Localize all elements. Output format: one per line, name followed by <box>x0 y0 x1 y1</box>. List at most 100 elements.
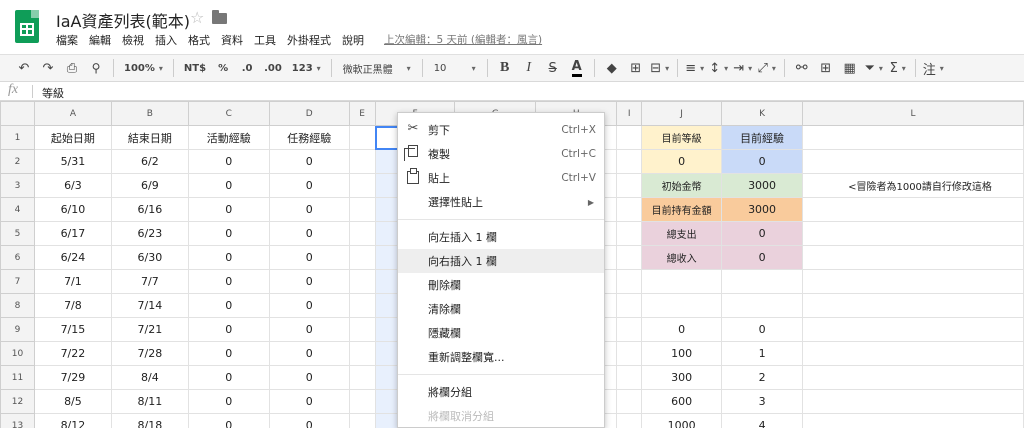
merge-cells-icon[interactable]: ⊟ <box>650 57 670 79</box>
menu-insert-left[interactable]: 向左插入 1 欄 <box>398 225 604 249</box>
cell-b6[interactable]: 6/30 <box>110 245 189 270</box>
cell-k3[interactable]: 3000 <box>721 173 804 198</box>
cell-j4[interactable]: 目前持有金額 <box>641 197 723 222</box>
column-header-i[interactable]: I <box>616 101 643 126</box>
cell-e10[interactable] <box>348 341 376 366</box>
column-header-d[interactable]: D <box>268 101 350 126</box>
cell-d10[interactable]: 0 <box>268 341 350 366</box>
row-header[interactable]: 2 <box>0 149 35 174</box>
cell-k7[interactable] <box>721 269 804 294</box>
decrease-decimal-button[interactable]: .0 <box>237 57 257 79</box>
sheets-logo-icon[interactable] <box>15 10 39 43</box>
cell-i11[interactable] <box>616 365 643 390</box>
cell-e6[interactable] <box>348 245 376 270</box>
cell-i6[interactable] <box>616 245 643 270</box>
menu-file[interactable]: 檔案 <box>56 32 83 48</box>
font-family-select[interactable]: 微軟正黑體 <box>339 57 415 79</box>
last-edit-link[interactable]: 上次編輯：5 天前 (編輯者：風言) <box>384 32 542 47</box>
cell-k6[interactable]: 0 <box>721 245 804 270</box>
cell-d1[interactable]: 任務經驗 <box>268 125 350 150</box>
cell-i1[interactable] <box>616 125 643 150</box>
column-header-e[interactable]: E <box>348 101 376 126</box>
cell-l10[interactable] <box>802 341 1024 366</box>
cell-a8[interactable]: 7/8 <box>33 293 112 318</box>
cell-j10[interactable]: 100 <box>641 341 723 366</box>
cell-b12[interactable]: 8/11 <box>110 389 189 414</box>
menu-group-column[interactable]: 將欄分組 <box>398 380 604 404</box>
cell-a11[interactable]: 7/29 <box>33 365 112 390</box>
currency-button[interactable]: NT$ <box>181 57 209 79</box>
cell-d8[interactable]: 0 <box>268 293 350 318</box>
cell-c13[interactable]: 0 <box>187 413 270 428</box>
fill-color-icon[interactable]: ◆ <box>602 57 622 79</box>
cell-b8[interactable]: 7/14 <box>110 293 189 318</box>
cell-c5[interactable]: 0 <box>187 221 270 246</box>
cell-a2[interactable]: 5/31 <box>33 149 112 174</box>
cell-a4[interactable]: 6/10 <box>33 197 112 222</box>
row-header[interactable]: 1 <box>0 125 35 150</box>
menu-help[interactable]: 說明 <box>342 32 369 48</box>
cell-c2[interactable]: 0 <box>187 149 270 174</box>
cell-k9[interactable]: 0 <box>721 317 804 342</box>
cell-a10[interactable]: 7/22 <box>33 341 112 366</box>
strikethrough-button[interactable]: S <box>543 57 563 79</box>
cell-c12[interactable]: 0 <box>187 389 270 414</box>
cell-c6[interactable]: 0 <box>187 245 270 270</box>
cell-l2[interactable] <box>802 149 1024 174</box>
menu-paste-special[interactable]: 選擇性貼上 ▶ <box>398 190 604 214</box>
cell-d4[interactable]: 0 <box>268 197 350 222</box>
cell-j2[interactable]: 0 <box>641 149 723 174</box>
cell-l13[interactable] <box>802 413 1024 428</box>
row-header[interactable]: 9 <box>0 317 35 342</box>
cell-b13[interactable]: 8/18 <box>110 413 189 428</box>
cell-l5[interactable] <box>802 221 1024 246</box>
cell-e9[interactable] <box>348 317 376 342</box>
cell-d11[interactable]: 0 <box>268 365 350 390</box>
cell-l9[interactable] <box>802 317 1024 342</box>
cell-k11[interactable]: 2 <box>721 365 804 390</box>
menu-cut[interactable]: ✂ 剪下 Ctrl+X <box>398 118 604 142</box>
formula-input[interactable]: 等級 <box>42 85 64 101</box>
cell-e3[interactable] <box>348 173 376 198</box>
row-header[interactable]: 7 <box>0 269 35 294</box>
menu-copy[interactable]: 複製 Ctrl+C <box>398 142 604 166</box>
cell-a1[interactable]: 起始日期 <box>33 125 112 150</box>
cell-i2[interactable] <box>616 149 643 174</box>
more-formats-select[interactable]: 123 <box>289 57 324 79</box>
cell-c11[interactable]: 0 <box>187 365 270 390</box>
column-header-l[interactable]: L <box>802 101 1024 126</box>
cell-l12[interactable] <box>802 389 1024 414</box>
document-title[interactable]: IaA資產列表(範本) <box>56 8 190 32</box>
cell-b1[interactable]: 結束日期 <box>110 125 189 150</box>
cell-e12[interactable] <box>348 389 376 414</box>
cell-i4[interactable] <box>616 197 643 222</box>
cell-e1[interactable] <box>348 125 376 150</box>
column-header-c[interactable]: C <box>187 101 270 126</box>
cell-b4[interactable]: 6/16 <box>110 197 189 222</box>
cell-a9[interactable]: 7/15 <box>33 317 112 342</box>
column-header-a[interactable]: A <box>33 101 112 126</box>
paint-format-icon[interactable]: ⚲ <box>86 57 106 79</box>
cell-l6[interactable] <box>802 245 1024 270</box>
cell-l11[interactable] <box>802 365 1024 390</box>
cell-k12[interactable]: 3 <box>721 389 804 414</box>
cell-c3[interactable]: 0 <box>187 173 270 198</box>
menu-view[interactable]: 檢視 <box>122 32 149 48</box>
cell-i10[interactable] <box>616 341 643 366</box>
cell-j9[interactable]: 0 <box>641 317 723 342</box>
cell-k13[interactable]: 4 <box>721 413 804 428</box>
cell-i7[interactable] <box>616 269 643 294</box>
cell-l7[interactable] <box>802 269 1024 294</box>
cell-k1[interactable]: 目前經驗 <box>721 125 804 150</box>
cell-a6[interactable]: 6/24 <box>33 245 112 270</box>
insert-comment-icon[interactable]: ⊞ <box>816 57 836 79</box>
cell-d7[interactable]: 0 <box>268 269 350 294</box>
menu-paste[interactable]: 貼上 Ctrl+V <box>398 166 604 190</box>
menu-resize-column[interactable]: 重新調整欄寬... <box>398 345 604 369</box>
borders-icon[interactable]: ⊞ <box>626 57 646 79</box>
menu-hide-column[interactable]: 隱藏欄 <box>398 321 604 345</box>
text-color-button[interactable]: A <box>567 57 587 79</box>
cell-j12[interactable]: 600 <box>641 389 723 414</box>
cell-d9[interactable]: 0 <box>268 317 350 342</box>
print-icon[interactable]: ⎙ <box>62 57 82 79</box>
